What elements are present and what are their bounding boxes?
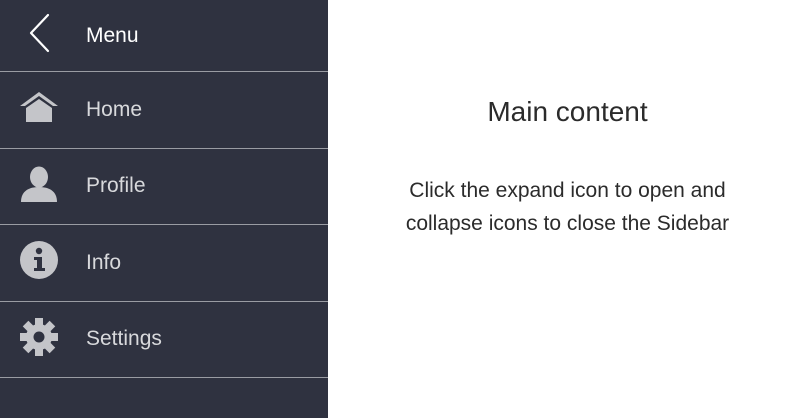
main-content: Main content Click the expand icon to op… <box>328 0 807 418</box>
gear-icon <box>19 317 59 362</box>
collapse-sidebar-button[interactable] <box>0 0 86 72</box>
sidebar-item-settings[interactable]: Settings <box>0 302 328 378</box>
sidebar-item-profile[interactable]: Profile <box>0 149 328 225</box>
main-description: Click the expand icon to open and collap… <box>405 179 730 235</box>
sidebar-item-home[interactable]: Home <box>0 72 328 149</box>
user-icon <box>19 166 59 207</box>
page-title: Main content <box>487 96 648 127</box>
sidebar: Menu Home Profile Info Settings <box>0 0 328 418</box>
sidebar-item-label: Settings <box>86 327 162 351</box>
info-icon <box>19 240 59 285</box>
sidebar-header: Menu <box>0 0 328 72</box>
home-icon <box>18 90 60 129</box>
sidebar-item-label: Home <box>86 97 143 121</box>
sidebar-item-label: Profile <box>86 174 146 198</box>
sidebar-item-info[interactable]: Info <box>0 225 328 302</box>
chevron-left-icon <box>28 13 50 58</box>
sidebar-item-label: Info <box>86 250 122 274</box>
menu-title: Menu <box>86 23 139 47</box>
